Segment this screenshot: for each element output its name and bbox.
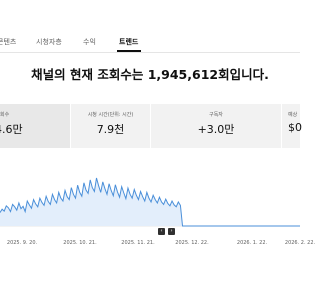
- x-tick-label: 2025. 12. 22.: [175, 240, 209, 246]
- metric-cards: 회수 4.6만 시청 시간(단위: 시간) 7.9천 구독자 +3.0만 예상 …: [0, 104, 302, 148]
- x-tick-label: 2025. 10. 21.: [63, 240, 97, 246]
- tab-trends[interactable]: 트렌드: [119, 37, 138, 47]
- chart-prev-button[interactable]: ‹: [158, 228, 165, 235]
- x-tick-label: 2025. 9. 20.: [6, 240, 38, 246]
- metric-value: 4.6만: [0, 123, 23, 136]
- tab-bar: 콘텐츠 시청자층 수익 트렌드: [0, 0, 300, 53]
- tab-audience[interactable]: 시청자층: [36, 37, 62, 47]
- metric-label: 회수: [0, 112, 10, 118]
- metric-value: 7.9천: [96, 123, 125, 136]
- metric-card-subscribers[interactable]: 구독자 +3.0만: [151, 104, 281, 148]
- chart-next-button[interactable]: ›: [168, 228, 175, 235]
- metric-label: 구독자: [209, 112, 223, 118]
- tab-content[interactable]: 콘텐츠: [0, 37, 16, 47]
- metric-card-watch-time[interactable]: 시청 시간(단위: 시간) 7.9천: [71, 104, 150, 148]
- active-tab-indicator: [117, 50, 141, 52]
- x-tick-label: 2026. 2. 22.: [284, 240, 316, 246]
- metric-label: 시청 시간(단위: 시간): [87, 112, 134, 118]
- metric-card-views[interactable]: 회수 4.6만: [0, 104, 70, 148]
- metric-card-revenue[interactable]: 예상 $0: [282, 104, 302, 148]
- tab-revenue[interactable]: 수익: [83, 37, 96, 47]
- metric-value: $0: [288, 121, 302, 134]
- x-tick-label: 2025. 11. 21.: [121, 240, 155, 246]
- metric-value: +3.0만: [197, 123, 235, 136]
- views-chart: [0, 177, 300, 227]
- x-tick-label: 2026. 1. 22.: [236, 240, 268, 246]
- views-headline: 채널의 현재 조회수는 1,945,612회입니다.: [31, 67, 269, 82]
- metric-label: 예상: [288, 112, 298, 118]
